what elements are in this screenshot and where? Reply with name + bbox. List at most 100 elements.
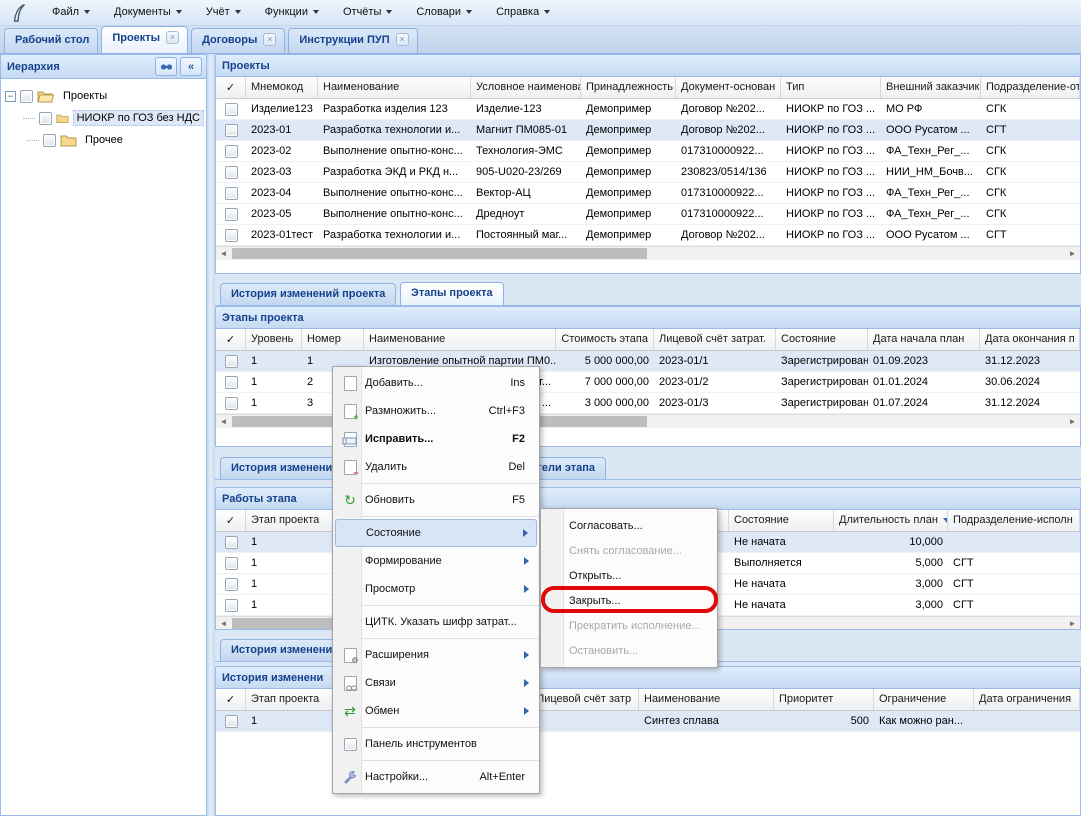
tree-checkbox[interactable] xyxy=(43,134,56,147)
menu-dictionaries[interactable]: Словари xyxy=(406,3,482,22)
menu-item-state[interactable]: Состояние xyxy=(335,519,537,547)
column-header[interactable]: Условное наименова xyxy=(471,77,581,98)
column-header[interactable]: Мнемокод xyxy=(246,77,318,98)
table-row[interactable]: 2023-05Выполнение опытно-конс...Дредноут… xyxy=(216,204,1080,225)
row-checkbox[interactable] xyxy=(225,229,238,242)
menu-item-toolbar-toggle[interactable]: Панель инструментов xyxy=(335,730,537,758)
menu-documents[interactable]: Документы xyxy=(104,3,192,22)
tree-item-niokr[interactable]: НИОКР по ГОЗ без НДС xyxy=(5,107,204,129)
check-column-header[interactable]: ✓ xyxy=(216,329,246,350)
table-row[interactable]: 2023-02Выполнение опытно-конс...Технолог… xyxy=(216,141,1080,162)
collapse-panel-icon[interactable]: « xyxy=(180,57,202,76)
tab-work-history[interactable]: История изменени xyxy=(220,639,343,661)
column-header[interactable]: Принадлежность xyxy=(581,77,676,98)
scroll-left-icon[interactable]: ◄ xyxy=(216,247,231,260)
menu-item-duplicate[interactable]: + Размножить... Ctrl+F3 xyxy=(335,397,537,425)
column-header[interactable]: Подразделение-от xyxy=(981,77,1080,98)
menu-item-settings[interactable]: Настройки... Alt+Enter xyxy=(335,763,537,791)
tree-item-other[interactable]: Прочее xyxy=(5,129,204,151)
tab-project-history[interactable]: История изменений проекта xyxy=(220,283,396,305)
menu-item-exchange[interactable]: ⇄ Обмен xyxy=(335,697,537,725)
row-checkbox[interactable] xyxy=(225,187,238,200)
tree-item-projects[interactable]: − Проекты xyxy=(5,85,204,107)
menu-help[interactable]: Справка xyxy=(486,3,560,22)
menu-item-refresh[interactable]: ↻ Обновить F5 xyxy=(335,486,537,514)
row-checkbox[interactable] xyxy=(225,578,238,591)
tab-instructions[interactable]: Инструкции ПУП× xyxy=(288,28,417,53)
horizontal-scrollbar[interactable]: ◄ ► xyxy=(216,246,1080,260)
check-column-header[interactable]: ✓ xyxy=(216,77,246,98)
menu-item-citk-cost-code[interactable]: ЦИТК. Указать шифр затрат... xyxy=(335,608,537,636)
row-checkbox[interactable] xyxy=(225,124,238,137)
column-header[interactable]: Дата ограничения xyxy=(974,689,1080,710)
column-header[interactable]: Дата начала план xyxy=(868,329,980,350)
column-header[interactable]: Стоимость этапа xyxy=(556,329,654,350)
tab-desktop[interactable]: Рабочий стол xyxy=(4,28,98,53)
column-header[interactable]: Наименование xyxy=(364,329,556,350)
submenu-item-open[interactable]: Открыть... xyxy=(541,563,717,588)
check-column-header[interactable]: ✓ xyxy=(216,689,246,710)
menu-accounting[interactable]: Учёт xyxy=(196,3,251,22)
menu-item-forming[interactable]: Формирование xyxy=(335,547,537,575)
column-header[interactable]: Лицевой счёт затр xyxy=(532,689,639,710)
tab-contracts[interactable]: Договоры× xyxy=(191,28,285,53)
tab-project-stages[interactable]: Этапы проекта xyxy=(400,282,504,305)
scroll-right-icon[interactable]: ► xyxy=(1065,617,1080,630)
row-checkbox[interactable] xyxy=(225,355,238,368)
tree-checkbox[interactable] xyxy=(39,112,52,125)
submenu-item-approve[interactable]: Согласовать... xyxy=(541,513,717,538)
row-checkbox[interactable] xyxy=(225,397,238,410)
column-header[interactable]: Уровень xyxy=(246,329,302,350)
column-header[interactable]: Подразделение-исполн xyxy=(948,510,1080,531)
column-header[interactable]: Наименование xyxy=(639,689,774,710)
menu-reports[interactable]: Отчёты xyxy=(333,3,402,22)
column-header[interactable]: Лицевой счёт затрат. xyxy=(654,329,776,350)
close-icon[interactable]: × xyxy=(263,33,276,46)
column-header[interactable]: Этап проекта xyxy=(246,510,336,531)
tree-checkbox[interactable] xyxy=(20,90,33,103)
tab-stage-history[interactable]: История изменени xyxy=(220,457,343,479)
menu-functions[interactable]: Функции xyxy=(255,3,329,22)
column-header[interactable]: Наименование xyxy=(318,77,471,98)
close-icon[interactable]: × xyxy=(396,33,409,46)
row-checkbox[interactable] xyxy=(225,599,238,612)
row-checkbox[interactable] xyxy=(225,145,238,158)
column-header[interactable]: Ограничение xyxy=(874,689,974,710)
menu-item-delete[interactable]: − Удалить Del xyxy=(335,453,537,481)
scroll-thumb[interactable] xyxy=(232,248,647,259)
column-header[interactable]: Номер xyxy=(302,329,364,350)
menu-item-links[interactable]: Связи xyxy=(335,669,537,697)
column-header[interactable]: Тип xyxy=(781,77,881,98)
row-checkbox[interactable] xyxy=(225,715,238,728)
column-header[interactable]: Состояние xyxy=(776,329,868,350)
table-row-selected[interactable]: 2023-01Разработка технологии и...Магнит … xyxy=(216,120,1080,141)
scroll-left-icon[interactable]: ◄ xyxy=(216,415,231,428)
row-checkbox[interactable] xyxy=(225,208,238,221)
submenu-item-close[interactable]: Закрыть... xyxy=(541,588,717,613)
tab-projects[interactable]: Проекты× xyxy=(101,26,188,53)
menu-file[interactable]: Файл xyxy=(42,3,100,22)
row-checkbox[interactable] xyxy=(225,376,238,389)
column-header-sorted[interactable]: Длительность план xyxy=(834,510,948,531)
scroll-left-icon[interactable]: ◄ xyxy=(216,617,231,630)
row-checkbox[interactable] xyxy=(225,536,238,549)
column-header[interactable]: Этап проекта xyxy=(246,689,336,710)
column-header[interactable]: Документ-основан xyxy=(676,77,781,98)
menu-item-view[interactable]: Просмотр xyxy=(335,575,537,603)
close-icon[interactable]: × xyxy=(166,31,179,44)
column-header[interactable]: Дата окончания п xyxy=(980,329,1080,350)
scroll-right-icon[interactable]: ► xyxy=(1065,247,1080,260)
table-row[interactable]: Изделие123Разработка изделия 123Изделие-… xyxy=(216,99,1080,120)
row-checkbox[interactable] xyxy=(225,557,238,570)
table-row[interactable]: 2023-04Выполнение опытно-конс...Вектор-А… xyxy=(216,183,1080,204)
menu-item-extensions[interactable]: ⚙ Расширения xyxy=(335,641,537,669)
column-header[interactable]: Внешний заказчик xyxy=(881,77,981,98)
menu-item-add[interactable]: Добавить... Ins xyxy=(335,369,537,397)
column-header[interactable]: Состояние xyxy=(729,510,834,531)
check-column-header[interactable]: ✓ xyxy=(216,510,246,531)
sidebar-splitter[interactable] xyxy=(207,54,215,816)
scroll-right-icon[interactable]: ► xyxy=(1065,415,1080,428)
menu-item-edit[interactable]: Исправить... F2 xyxy=(335,425,537,453)
column-header[interactable]: Приоритет xyxy=(774,689,874,710)
search-icon[interactable] xyxy=(155,57,177,76)
